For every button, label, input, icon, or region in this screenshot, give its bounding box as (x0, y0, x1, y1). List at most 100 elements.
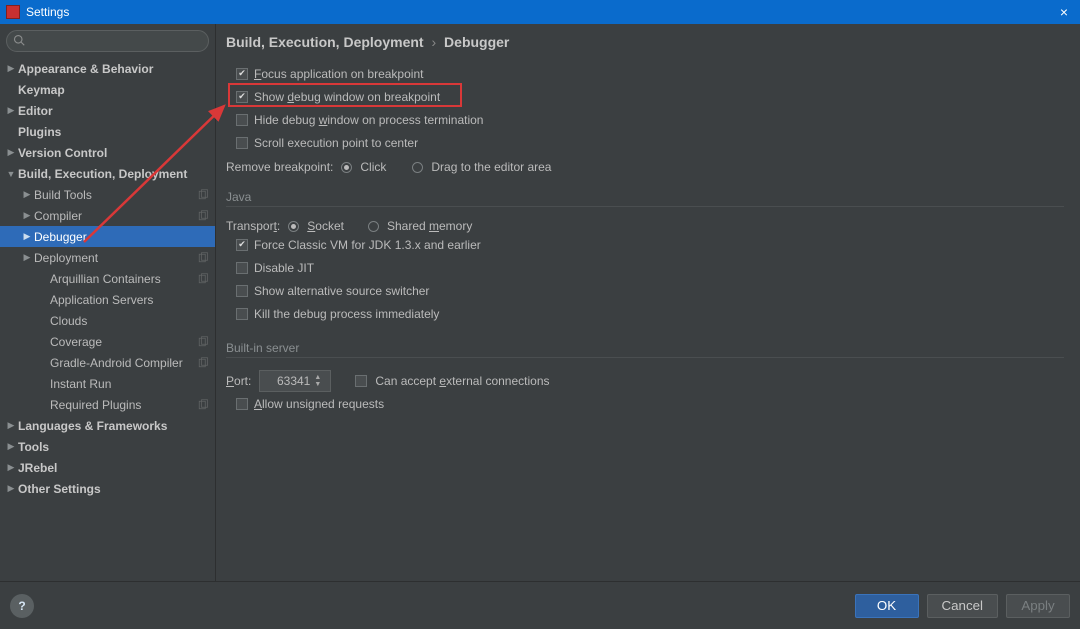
cancel-button[interactable]: Cancel (927, 594, 999, 618)
section-java: Java (226, 190, 1064, 207)
checkbox-icon[interactable] (236, 262, 248, 274)
tree-item-label: Clouds (50, 314, 87, 328)
checkbox-icon[interactable] (236, 398, 248, 410)
chevron-right-icon: ▶ (22, 189, 32, 200)
remove-breakpoint-label: Remove breakpoint: (226, 160, 333, 174)
close-icon[interactable]: × (1054, 4, 1074, 20)
option-hide-on-termination[interactable]: Hide debug window on process termination (236, 108, 1064, 131)
tree-item-compiler[interactable]: ▶Compiler (0, 205, 215, 226)
remove-breakpoint-row: Remove breakpoint: Click Drag to the edi… (226, 160, 1064, 174)
tree-item-clouds[interactable]: ▶Clouds (0, 310, 215, 331)
breadcrumb: Build, Execution, Deployment › Debugger (226, 34, 1064, 50)
tree-item-label: Keymap (18, 83, 65, 97)
checkbox-icon[interactable] (236, 137, 248, 149)
chevron-right-icon: ▶ (6, 483, 16, 494)
tree-item-label: Build, Execution, Deployment (18, 167, 187, 181)
checkbox-icon[interactable] (236, 285, 248, 297)
button-bar: ? OK Cancel Apply (0, 581, 1080, 629)
spinner-arrows-icon[interactable]: ▲▼ (314, 374, 326, 388)
tree-item-label: Editor (18, 104, 53, 118)
section-builtin-server: Built-in server (226, 341, 1064, 358)
tree-item-jrebel[interactable]: ▶JRebel (0, 457, 215, 478)
tree-item-arquillian-containers[interactable]: ▶Arquillian Containers (0, 268, 215, 289)
profile-scope-icon (197, 399, 209, 411)
ok-button[interactable]: OK (855, 594, 919, 618)
tree-item-label: Deployment (34, 251, 98, 265)
content-area: ▶Appearance & Behavior▶Keymap▶Editor▶Plu… (0, 24, 1080, 581)
settings-tree: ▶Appearance & Behavior▶Keymap▶Editor▶Plu… (0, 56, 215, 581)
tree-item-debugger[interactable]: ▶Debugger (0, 226, 215, 247)
chevron-right-icon: ▶ (6, 441, 16, 452)
tree-item-label: Gradle-Android Compiler (50, 356, 183, 370)
tree-item-label: Application Servers (50, 293, 153, 307)
tree-item-label: JRebel (18, 461, 57, 475)
radio-shared-memory[interactable] (368, 221, 379, 232)
transport-row: Transport: Socket Shared memory (226, 219, 1064, 233)
tree-item-instant-run[interactable]: ▶Instant Run (0, 373, 215, 394)
chevron-right-icon: ▶ (22, 210, 32, 221)
profile-scope-icon (197, 210, 209, 222)
tree-item-gradle-android-compiler[interactable]: ▶Gradle-Android Compiler (0, 352, 215, 373)
checkbox-icon[interactable] (236, 239, 248, 251)
tree-item-languages-frameworks[interactable]: ▶Languages & Frameworks (0, 415, 215, 436)
search-icon (13, 34, 25, 49)
radio-drag[interactable] (412, 162, 423, 173)
tree-item-version-control[interactable]: ▶Version Control (0, 142, 215, 163)
breadcrumb-parent[interactable]: Build, Execution, Deployment (226, 34, 424, 50)
option-focus-on-breakpoint[interactable]: Focus application on breakpoint (236, 62, 1064, 85)
checkbox-accept-external[interactable] (355, 375, 367, 387)
tree-item-label: Debugger (34, 230, 87, 244)
tree-item-label: Version Control (18, 146, 107, 160)
chevron-down-icon: ▼ (6, 169, 16, 179)
tree-item-label: Coverage (50, 335, 102, 349)
profile-scope-icon (197, 357, 209, 369)
tree-item-required-plugins[interactable]: ▶Required Plugins (0, 394, 215, 415)
apply-button[interactable]: Apply (1006, 594, 1070, 618)
checkbox-icon[interactable] (236, 114, 248, 126)
tree-item-build-tools[interactable]: ▶Build Tools (0, 184, 215, 205)
radio-click[interactable] (341, 162, 352, 173)
window-title: Settings (26, 5, 1054, 19)
option-scroll-to-center[interactable]: Scroll execution point to center (236, 131, 1064, 154)
chevron-right-icon: ▶ (6, 462, 16, 473)
tree-item-application-servers[interactable]: ▶Application Servers (0, 289, 215, 310)
tree-item-other-settings[interactable]: ▶Other Settings (0, 478, 215, 499)
chevron-right-icon: ▶ (6, 420, 16, 431)
checkbox-icon[interactable] (236, 91, 248, 103)
tree-item-label: Required Plugins (50, 398, 141, 412)
tree-item-label: Compiler (34, 209, 82, 223)
radio-socket[interactable] (288, 221, 299, 232)
tree-item-editor[interactable]: ▶Editor (0, 100, 215, 121)
option-allow-unsigned[interactable]: Allow unsigned requests (236, 392, 1064, 415)
option-force-classic-vm[interactable]: Force Classic VM for JDK 1.3.x and earli… (236, 233, 1064, 256)
tree-item-coverage[interactable]: ▶Coverage (0, 331, 215, 352)
tree-item-appearance-behavior[interactable]: ▶Appearance & Behavior (0, 58, 215, 79)
checkbox-icon[interactable] (236, 68, 248, 80)
search-input[interactable] (29, 34, 202, 48)
tree-item-label: Instant Run (50, 377, 111, 391)
option-alt-source-switcher[interactable]: Show alternative source switcher (236, 279, 1064, 302)
checkbox-icon[interactable] (236, 308, 248, 320)
chevron-right-icon: ▶ (22, 252, 32, 263)
tree-item-deployment[interactable]: ▶Deployment (0, 247, 215, 268)
search-wrap (0, 24, 215, 56)
search-box[interactable] (6, 30, 209, 52)
option-kill-immediately[interactable]: Kill the debug process immediately (236, 302, 1064, 325)
tree-item-build-execution-deployment[interactable]: ▼Build, Execution, Deployment (0, 163, 215, 184)
chevron-right-icon: ▶ (6, 63, 16, 74)
tree-item-label: Build Tools (34, 188, 92, 202)
breadcrumb-separator-icon: › (431, 34, 436, 50)
tree-item-keymap[interactable]: ▶Keymap (0, 79, 215, 100)
help-button[interactable]: ? (10, 594, 34, 618)
option-show-debug-window[interactable]: Show debug window on breakpoint (236, 85, 1064, 108)
tree-item-label: Tools (18, 440, 49, 454)
titlebar: Settings × (0, 0, 1080, 24)
port-row: Port: 63341 ▲▼ Can accept external conne… (226, 370, 1064, 392)
tree-item-plugins[interactable]: ▶Plugins (0, 121, 215, 142)
tree-item-tools[interactable]: ▶Tools (0, 436, 215, 457)
option-disable-jit[interactable]: Disable JIT (236, 256, 1064, 279)
tree-item-label: Arquillian Containers (50, 272, 161, 286)
chevron-right-icon: ▶ (6, 147, 16, 158)
port-spinner[interactable]: 63341 ▲▼ (259, 370, 331, 392)
tree-item-label: Plugins (18, 125, 61, 139)
